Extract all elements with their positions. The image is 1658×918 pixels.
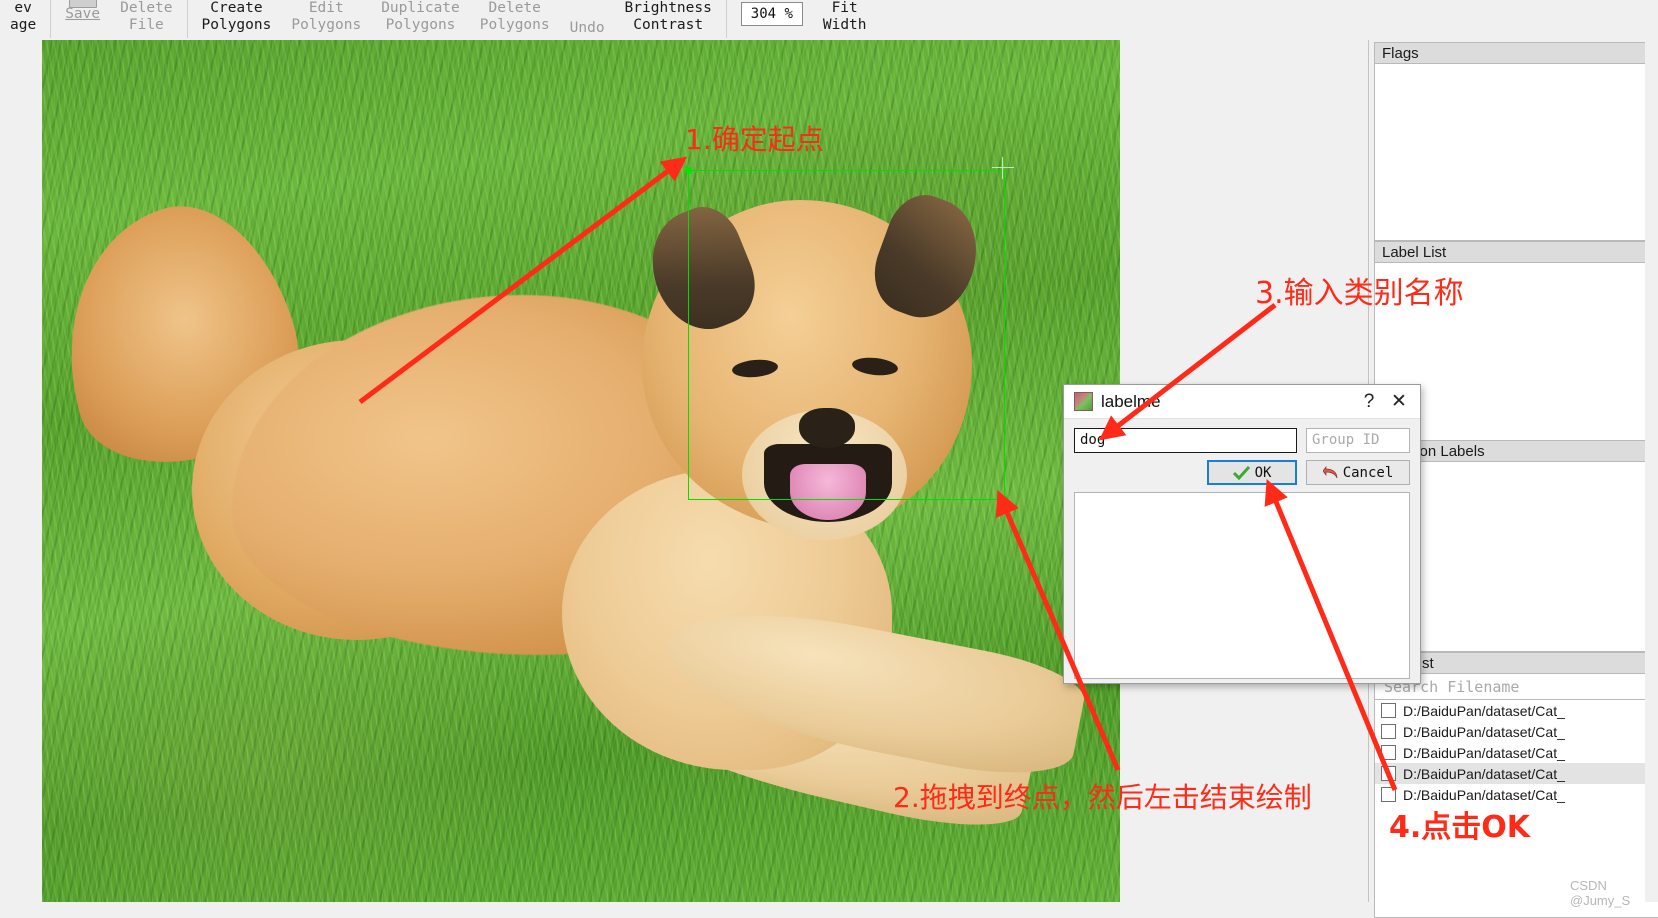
toolbar-delete-file-button[interactable]: Delete File — [110, 0, 182, 40]
file-path-label: D:/BaiduPan/dataset/Cat_ — [1403, 765, 1565, 782]
file-checkbox[interactable] — [1381, 787, 1396, 802]
toolbar-fit-width-button[interactable]: Fit Width — [813, 0, 877, 40]
file-checkbox[interactable] — [1381, 703, 1396, 718]
file-path-label: D:/BaiduPan/dataset/Cat_ — [1403, 744, 1565, 761]
dialog-title-text: labelme — [1101, 391, 1161, 411]
toolbar-prev-image-button[interactable]: ev age — [0, 0, 46, 40]
file-checkbox[interactable] — [1381, 724, 1396, 739]
label-list-title: Label List — [1374, 241, 1658, 263]
bounding-box-dog[interactable] — [685, 157, 1014, 503]
labelme-app-icon — [1074, 392, 1093, 411]
bbox-handle-bottom-right[interactable] — [1001, 496, 1008, 503]
toolbar-brightness-contrast-button[interactable]: Brightness Contrast — [615, 0, 722, 40]
toolbar-separator-1 — [50, 0, 52, 38]
file-checkbox[interactable] — [1381, 766, 1396, 781]
undo-arrow-icon — [1322, 465, 1338, 478]
check-icon — [1232, 465, 1250, 480]
edit-polygons-label: Edit Polygons — [291, 0, 362, 33]
cursor-crosshair-icon — [992, 157, 1014, 179]
dialog-titlebar: labelme ? ✕ — [1064, 385, 1420, 419]
labelme-label-dialog[interactable]: labelme ? ✕ dog Group ID OK Cancel — [1063, 384, 1421, 684]
file-path-label: D:/BaiduPan/dataset/Cat_ — [1403, 702, 1565, 719]
duplicate-polygons-label: Duplicate Polygons — [381, 0, 460, 33]
bbox-handle-top-left[interactable] — [685, 167, 692, 174]
annotation-image[interactable] — [42, 40, 1120, 902]
label-name-value: dog — [1080, 432, 1106, 448]
file-list-item[interactable]: D:/BaiduPan/dataset/Cat_ — [1375, 742, 1658, 763]
file-checkbox[interactable] — [1381, 745, 1396, 760]
toolbar-separator-3 — [725, 0, 727, 38]
toolbar-save-button[interactable]: Save — [55, 0, 110, 40]
flags-dock: Flags — [1374, 42, 1658, 241]
ok-button-label: OK — [1254, 464, 1272, 481]
file-path-label: D:/BaiduPan/dataset/Cat_ — [1403, 786, 1565, 803]
label-suggestion-list[interactable] — [1074, 492, 1410, 679]
file-list-item[interactable]: D:/BaiduPan/dataset/Cat_ — [1375, 721, 1658, 742]
delete-polygons-label: Delete Polygons — [479, 0, 550, 33]
ok-button[interactable]: OK — [1207, 460, 1297, 485]
undo-label: Undo — [569, 20, 605, 36]
undo-icon — [578, 0, 596, 2]
toolbar-duplicate-polygons-button[interactable]: Duplicate Polygons — [371, 0, 470, 40]
zoom-value-input[interactable]: 304 % — [740, 2, 803, 26]
file-list-item[interactable]: D:/BaiduPan/dataset/Cat_ — [1375, 784, 1658, 805]
brightness-contrast-label: Brightness Contrast — [624, 0, 712, 33]
group-id-input[interactable]: Group ID — [1306, 428, 1410, 453]
toolbar-undo-button[interactable]: Undo — [560, 0, 615, 40]
toolbar-delete-polygons-button[interactable]: Delete Polygons — [470, 0, 560, 40]
delete-file-label: Delete File — [120, 0, 173, 33]
toolbar-edit-polygons-button[interactable]: Edit Polygons — [281, 0, 371, 40]
label-name-input[interactable]: dog — [1074, 428, 1297, 453]
zoom-value-text: 304 % — [750, 5, 793, 22]
cancel-button-label: Cancel — [1342, 464, 1394, 481]
group-id-placeholder: Group ID — [1312, 432, 1380, 448]
help-icon[interactable]: ? — [1354, 387, 1384, 417]
save-label: Save — [65, 6, 101, 22]
close-icon[interactable]: ✕ — [1384, 387, 1414, 417]
main-toolbar: ev age Save Delete File Create Polygons … — [0, 0, 1658, 41]
cancel-button[interactable]: Cancel — [1306, 460, 1410, 485]
file-path-label: D:/BaiduPan/dataset/Cat_ — [1403, 723, 1565, 740]
fit-width-label: Fit Width — [822, 0, 867, 33]
file-list-item[interactable]: D:/BaiduPan/dataset/Cat_ — [1375, 763, 1658, 784]
create-polygons-label: Create Polygons — [201, 0, 272, 33]
flags-title: Flags — [1374, 42, 1658, 64]
toolbar-zoom-widget[interactable]: 304 % — [731, 0, 813, 40]
prev-image-label: ev age — [10, 0, 37, 33]
flags-list[interactable] — [1374, 64, 1658, 241]
right-panel-scrollbar[interactable] — [1645, 40, 1658, 902]
toolbar-create-polygons-button[interactable]: Create Polygons — [192, 0, 282, 40]
toolbar-separator-2 — [186, 0, 188, 38]
save-icon — [68, 0, 97, 8]
file-list-item[interactable]: D:/BaiduPan/dataset/Cat_ — [1375, 700, 1658, 721]
